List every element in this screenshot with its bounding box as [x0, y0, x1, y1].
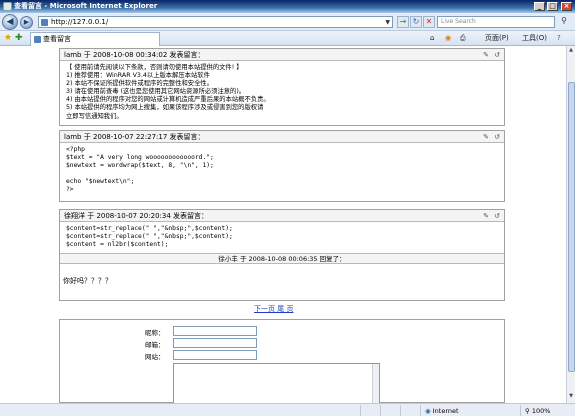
message-header: 徐翔洋 于 2008-10-07 20:20:34 发表留言： ✎ ↺: [60, 210, 504, 222]
website-label: 网站：: [145, 353, 165, 361]
reply-icon[interactable]: ↺: [493, 212, 501, 220]
forward-button[interactable]: ▶: [20, 16, 33, 29]
message-line: $content=str_replace(" ","&nbsp;",$conte…: [66, 233, 233, 241]
edit-icon[interactable]: ✎: [482, 51, 490, 59]
scroll-down-icon[interactable]: ▼: [567, 393, 575, 402]
tab-bar: ★ ✚ 查看留言 ⌂ ◉ ⎙ 页面(P) 工具(O) ?: [0, 31, 575, 46]
message-card: lamb 于 2008-10-08 00:34:02 发表留言： ✎ ↺ 【 使…: [59, 48, 505, 126]
help-icon[interactable]: ?: [557, 33, 561, 44]
message-body: 【 使用前请先阅读以下条款，否则请勿使用本站提供的文件! 】 1) 推荐使用：Wi…: [60, 61, 504, 124]
message-line: echo "$newtext\n";: [66, 178, 135, 186]
message-line: $newtext = wordwrap($text, 8, "\n", 1);: [66, 162, 214, 170]
message-card: 徐翔洋 于 2008-10-07 20:20:34 发表留言： ✎ ↺ $con…: [59, 209, 505, 301]
back-button[interactable]: ◀: [2, 14, 18, 30]
page-icon: [41, 19, 48, 26]
scroll-thumb[interactable]: [568, 82, 575, 372]
message-body: <?php $text = "A very long woooooooooooor…: [60, 143, 504, 197]
message-header-text: lamb 于 2008-10-08 00:34:02 发表留言：: [64, 51, 205, 59]
reply-icon[interactable]: ↺: [493, 133, 501, 141]
name-label: 昵称：: [145, 329, 165, 337]
minimize-button[interactable]: _: [534, 2, 545, 11]
title-bar: 查看留言 - Microsoft Internet Explorer _ □ ×: [0, 0, 575, 13]
comment-form: 昵称： 邮箱： 网站：: [59, 319, 505, 403]
message-line: 1) 推荐使用：WinRAR V3.4以上版本解压本站软件: [66, 72, 210, 80]
status-cell: [380, 405, 400, 416]
search-input[interactable]: Live Search: [437, 16, 555, 28]
status-cell: [400, 405, 420, 416]
refresh-icon[interactable]: ↻: [410, 16, 422, 28]
close-button[interactable]: ×: [561, 2, 572, 11]
go-button[interactable]: →: [397, 16, 409, 28]
edit-icon[interactable]: ✎: [482, 133, 490, 141]
maximize-button[interactable]: □: [547, 2, 558, 11]
address-url: http://127.0.0.1/: [51, 18, 109, 26]
zoom-level: 100%: [531, 407, 551, 415]
email-input[interactable]: [173, 338, 257, 348]
message-header-text: lamb 于 2008-10-07 22:27:17 发表留言：: [64, 133, 205, 141]
address-toolbar: ◀ ▶ http://127.0.0.1/ ▼ → ↻ ✕ Live Searc…: [0, 13, 575, 31]
print-icon[interactable]: ⎙: [460, 33, 466, 44]
zone-label: Internet: [432, 407, 459, 415]
message-header: lamb 于 2008-10-07 22:27:17 发表留言： ✎ ↺: [60, 131, 504, 143]
message-line: ?>: [66, 186, 74, 194]
page-scrollbar[interactable]: ▲ ▼: [566, 46, 575, 403]
search-icon[interactable]: ⚲: [557, 16, 571, 28]
page-icon: [34, 36, 41, 43]
add-favorites-icon[interactable]: ✚: [15, 33, 23, 44]
message-line: 5) 本站提供的程序均为网上搜集，如果该程序涉及或侵害到您的版权请: [66, 104, 264, 112]
pagination[interactable]: 下一页 尾 页: [254, 304, 293, 314]
address-input[interactable]: http://127.0.0.1/ ▼: [38, 16, 393, 28]
message-line: $content = nl2br($content);: [66, 241, 169, 249]
reply-header: 徐小丰 于 2008-10-08 00:06:35 回复了：: [60, 253, 504, 264]
tab-current[interactable]: 查看留言: [30, 32, 160, 46]
security-zone: ◉ Internet: [420, 405, 510, 416]
message-header: lamb 于 2008-10-08 00:34:02 发表留言： ✎ ↺: [60, 49, 504, 61]
message-header-text: 徐翔洋 于 2008-10-07 20:20:34 发表留言：: [64, 212, 209, 220]
scroll-up-icon[interactable]: ▲: [567, 47, 575, 56]
zoom-control[interactable]: ⚲ 100%: [520, 405, 575, 416]
message-body: $content=str_replace(" ","&nbsp;",$conte…: [60, 222, 504, 253]
message-line: 【 使用前请先阅读以下条款，否则请勿使用本站提供的文件! 】: [66, 64, 243, 71]
message-card: lamb 于 2008-10-07 22:27:17 发表留言： ✎ ↺ <?p…: [59, 130, 505, 202]
scrollbar[interactable]: [372, 364, 379, 403]
reply-icon[interactable]: ↺: [493, 51, 501, 59]
window-title: 查看留言 - Microsoft Internet Explorer: [14, 2, 158, 10]
message-line: $text = "A very long woooooooooooord.";: [66, 154, 214, 162]
status-cell: [360, 405, 380, 416]
reply-body: 你好吗？？？？: [63, 277, 112, 285]
ie-app-icon: [3, 2, 12, 11]
name-input[interactable]: [173, 326, 257, 336]
chevron-down-icon[interactable]: ▼: [385, 18, 390, 28]
email-label: 邮箱：: [145, 341, 165, 349]
home-icon[interactable]: ⌂: [430, 33, 434, 44]
status-bar: ◉ Internet ⚲ 100%: [0, 403, 575, 416]
page-content: lamb 于 2008-10-08 00:34:02 发表留言： ✎ ↺ 【 使…: [0, 46, 566, 403]
stop-icon[interactable]: ✕: [423, 16, 435, 28]
tools-menu[interactable]: 工具(O): [522, 33, 547, 44]
zoom-icon: ⚲: [525, 407, 530, 415]
feeds-icon[interactable]: ◉: [445, 33, 451, 44]
globe-icon: ◉: [425, 407, 431, 415]
favorites-star-icon[interactable]: ★: [4, 33, 12, 44]
message-line: <?php: [66, 146, 85, 153]
message-textarea[interactable]: [173, 363, 380, 403]
page-menu[interactable]: 页面(P): [485, 33, 509, 44]
tab-label: 查看留言: [43, 35, 71, 43]
edit-icon[interactable]: ✎: [482, 212, 490, 220]
message-line: [66, 170, 501, 178]
website-input[interactable]: [173, 350, 257, 360]
message-line: 立即写信通知我们。: [66, 112, 123, 120]
message-line: $content=str_replace(" ","&nbsp;",$conte…: [66, 225, 233, 232]
